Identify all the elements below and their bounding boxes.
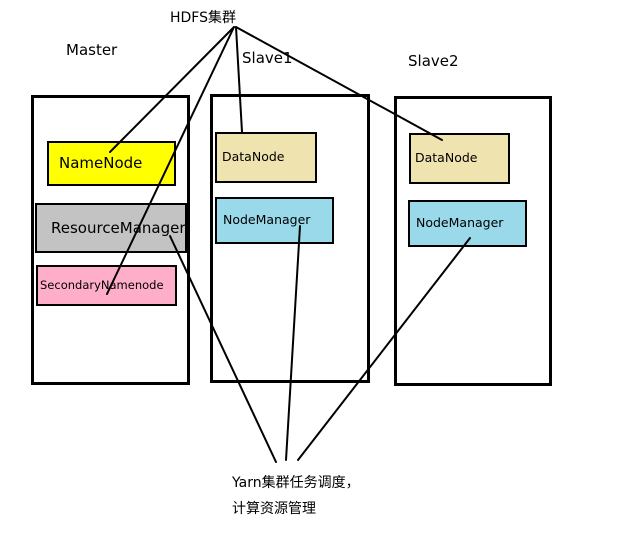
namenode-label: NameNode: [59, 154, 143, 172]
slave2-title: Slave2: [408, 52, 459, 70]
master-title: Master: [66, 41, 118, 59]
hdfs-cluster-label: HDFS集群: [170, 10, 237, 26]
namenode-box: NameNode: [47, 141, 176, 186]
slave2-datanode-box: DataNode: [409, 133, 510, 184]
slave1-datanode-label: DataNode: [222, 149, 285, 165]
resourcemanager-box: ResourceManager: [35, 203, 187, 253]
yarn-label-line1: Yarn集群任务调度，: [232, 475, 360, 491]
slave2-nodemanager-label: NodeManager: [416, 215, 504, 231]
slave2-nodemanager-box: NodeManager: [408, 200, 527, 247]
slave1-nodemanager-label: NodeManager: [223, 212, 311, 228]
secondarynamenode-label: SecondaryNamenode: [40, 277, 164, 292]
slave1-title: Slave1: [242, 49, 293, 67]
slave1-nodemanager-box: NodeManager: [215, 197, 334, 244]
slave1-datanode-box: DataNode: [215, 132, 317, 183]
slave2-datanode-label: DataNode: [415, 150, 478, 166]
secondarynamenode-box: SecondaryNamenode: [36, 265, 177, 306]
yarn-label-line2: 计算资源管理: [232, 501, 316, 517]
resourcemanager-label: ResourceManager: [51, 218, 186, 237]
